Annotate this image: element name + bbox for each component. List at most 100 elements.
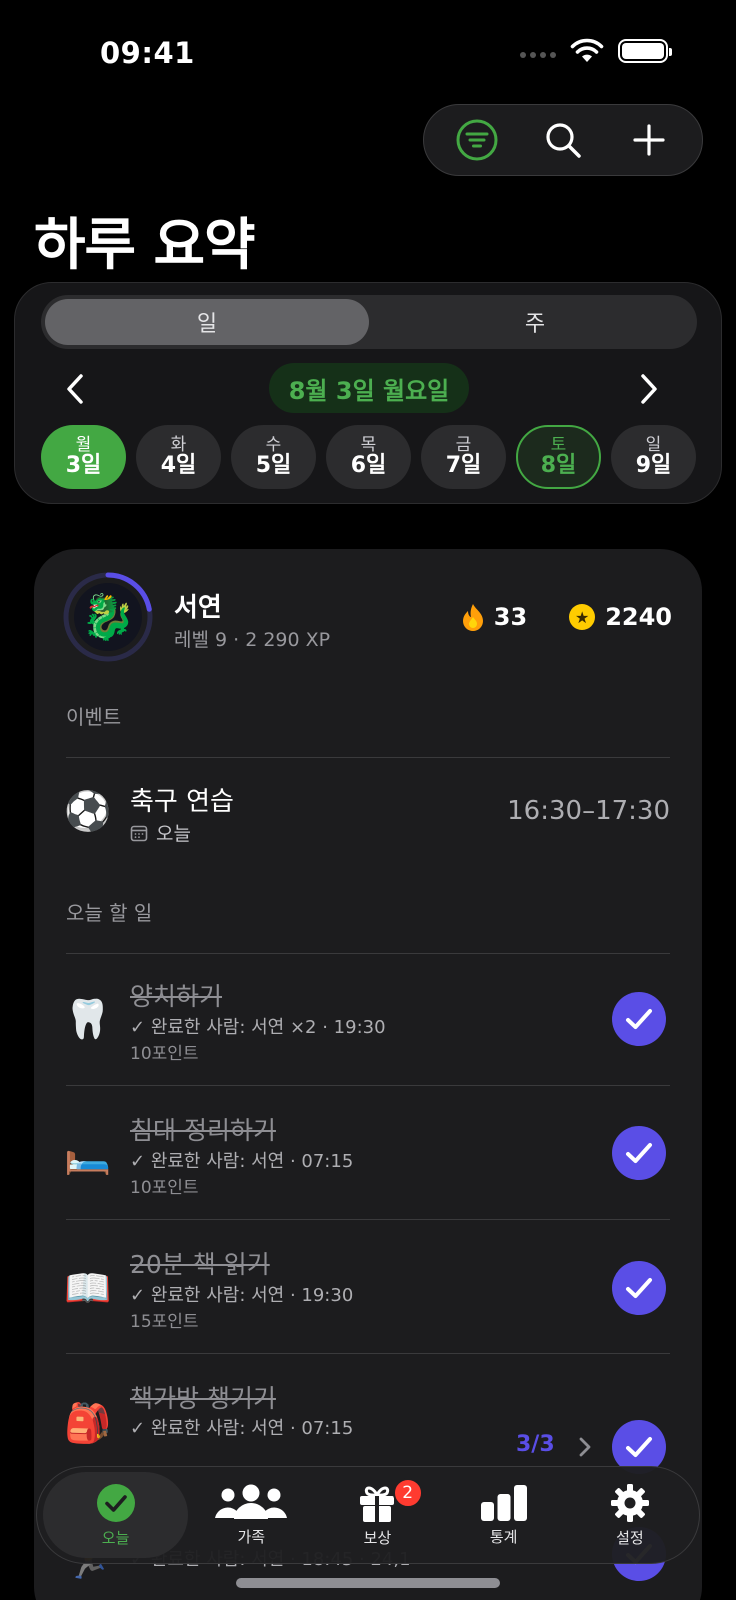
divider — [66, 1353, 670, 1354]
checkmark-icon — [626, 1143, 652, 1163]
tab-label: 오늘 — [101, 1528, 130, 1547]
segment-week[interactable]: 주 — [373, 295, 697, 349]
day-chip-fri[interactable]: 금 7일 — [421, 425, 506, 489]
book-icon: 📖 — [64, 1266, 112, 1310]
tab-stats[interactable]: 통계 — [441, 1472, 567, 1558]
task-title: 양치하기 — [130, 982, 223, 1011]
day-date: 6일 — [350, 453, 387, 479]
avatar[interactable]: 🐉 — [74, 583, 142, 651]
day-chip-sun[interactable]: 일 9일 — [611, 425, 696, 489]
day-chip-thu[interactable]: 목 6일 — [326, 425, 411, 489]
member-name: 서연 — [174, 593, 222, 623]
task-completed-by: ✓ 완료한 사람: 서연 · 19:30 — [130, 1285, 354, 1306]
wifi-icon — [570, 38, 604, 62]
day-weekday: 일 — [645, 434, 662, 455]
task-title: 책가방 챙기기 — [130, 1384, 276, 1413]
task-complete-toggle[interactable] — [612, 1126, 666, 1180]
gift-icon — [360, 1486, 395, 1522]
task-completed-text: 완료한 사람: 서연 · 07:15 — [150, 1418, 354, 1439]
battery-icon — [618, 39, 672, 63]
task-completed-text: 완료한 사람: 서연 · 07:15 — [150, 1151, 354, 1172]
tab-family[interactable]: 가족 — [188, 1472, 314, 1558]
rewards-badge: 2 — [392, 1478, 423, 1508]
period-segmented-control: 일 주 — [41, 295, 697, 349]
task-points: 15포인트 — [130, 1312, 199, 1332]
cellular-icon — [520, 52, 556, 58]
soccer-ball-icon: ⚽ — [64, 789, 112, 833]
search-button[interactable] — [535, 112, 591, 168]
star-coin-icon: ★ — [569, 604, 596, 630]
event-title: 축구 연습 — [130, 787, 234, 817]
backpack-icon: 🎒 — [64, 1401, 112, 1445]
search-icon — [546, 123, 581, 158]
task-points: 10포인트 — [130, 1178, 199, 1198]
top-toolbar — [423, 104, 703, 176]
task-completed-by: ✓ 완료한 사람: 서연 · 07:15 — [130, 1151, 354, 1172]
task-progress: 3/3 — [516, 1432, 555, 1457]
day-weekday: 화 — [170, 434, 187, 455]
streak-count: 33 — [493, 603, 528, 631]
task-completed-by: ✓ 완료한 사람: 서연 · 07:15 — [130, 1418, 354, 1439]
day-chip-mon[interactable]: 월 3일 — [41, 425, 126, 489]
bar-chart-icon — [480, 1484, 527, 1521]
bed-icon: 🛏️ — [64, 1132, 112, 1176]
tab-settings[interactable]: 설정 — [567, 1472, 693, 1558]
day-strip: 월 3일 화 4일 수 5일 목 6일 금 7일 토 8일 일 9일 — [41, 425, 696, 489]
day-date: 5일 — [255, 453, 292, 479]
divider — [66, 1085, 670, 1086]
day-date: 8일 — [540, 453, 577, 479]
member-summary-card: 🐉 서연 레벨 9 · 2 290 XP 33 ★ 2240 이벤트 ⚽ 축구 … — [34, 549, 702, 1600]
current-date-pill[interactable]: 8월 3일 월요일 — [269, 363, 469, 413]
day-date: 4일 — [160, 453, 197, 479]
calendar-icon — [130, 825, 148, 841]
checkmark-icon — [626, 1437, 652, 1457]
filter-icon — [456, 119, 498, 161]
tab-label: 가족 — [237, 1527, 266, 1546]
checkmark-icon — [626, 1278, 652, 1298]
flame-icon — [462, 604, 483, 631]
task-complete-toggle[interactable] — [612, 1261, 666, 1315]
day-weekday: 수 — [265, 434, 282, 455]
day-weekday: 목 — [360, 434, 377, 455]
filter-button[interactable] — [449, 112, 505, 168]
day-date: 7일 — [445, 453, 482, 479]
points-count: 2240 — [605, 603, 672, 631]
day-date: 9일 — [635, 453, 672, 479]
event-date: 오늘 — [130, 819, 191, 846]
previous-date-button[interactable] — [55, 369, 95, 409]
event-when: 오늘 — [156, 823, 191, 845]
status-time: 09:41 — [100, 36, 195, 70]
day-chip-tue[interactable]: 화 4일 — [136, 425, 221, 489]
segment-day[interactable]: 일 — [45, 299, 369, 345]
status-icons — [520, 38, 672, 64]
bottom-tab-bar: 오늘 가족 2 보상 통계 설정 — [36, 1466, 700, 1564]
people-icon — [215, 1484, 288, 1519]
day-chip-sat[interactable]: 토 8일 — [516, 425, 601, 489]
day-weekday: 월 — [75, 434, 92, 455]
task-title: 침대 정리하기 — [130, 1116, 276, 1145]
tab-rewards[interactable]: 2 보상 — [314, 1472, 440, 1558]
tab-label: 통계 — [489, 1527, 518, 1546]
task-completed-text: 완료한 사람: 서연 ×2 · 19:30 — [150, 1017, 386, 1038]
plus-icon — [633, 124, 665, 156]
date-selector-card: 일 주 8월 3일 월요일 월 3일 화 4일 수 5일 목 6일 금 7일 토 8일 일9… — [14, 282, 722, 504]
task-complete-toggle[interactable] — [612, 992, 666, 1046]
add-button[interactable] — [621, 112, 677, 168]
checkmark-icon — [626, 1009, 652, 1029]
events-section-label: 이벤트 — [66, 705, 122, 729]
home-indicator — [236, 1578, 500, 1588]
divider — [66, 757, 670, 758]
chevron-right-icon[interactable] — [578, 1436, 592, 1458]
member-level: 레벨 9 · 2 290 XP — [174, 629, 331, 651]
member-stats: 33 ★ 2240 — [462, 603, 672, 631]
divider — [66, 1219, 670, 1220]
event-time: 16:30–17:30 — [507, 796, 670, 826]
page-title: 하루 요약 — [34, 213, 256, 278]
task-completed-by: ✓ 완료한 사람: 서연 ×2 · 19:30 — [130, 1017, 386, 1038]
day-chip-wed[interactable]: 수 5일 — [231, 425, 316, 489]
task-completed-text: 완료한 사람: 서연 · 19:30 — [150, 1285, 354, 1306]
tab-today[interactable]: 오늘 — [43, 1472, 189, 1558]
tooth-icon: 🦷 — [64, 997, 112, 1041]
next-date-button[interactable] — [629, 369, 669, 409]
divider — [66, 953, 670, 954]
